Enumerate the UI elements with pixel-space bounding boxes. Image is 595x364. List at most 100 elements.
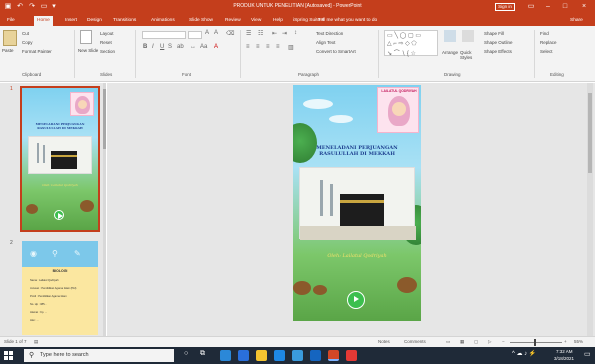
tab-review[interactable]: Review [222, 16, 244, 26]
main-slide[interactable]: LAILATUL QODRIYAH MENELADANI PERJUANGAN … [293, 85, 421, 321]
bullets-icon[interactable]: ☰ [246, 30, 251, 37]
quick-styles-button[interactable]: Quick Styles [460, 50, 480, 60]
slide-byline[interactable]: Oleh: Lailatul Qodriyah [293, 253, 421, 259]
bold-icon[interactable]: B [143, 44, 147, 50]
scrollbar-thumb[interactable] [588, 93, 592, 173]
char-spacing-icon[interactable]: ↔ [190, 44, 196, 50]
minimize-icon[interactable]: – [541, 1, 555, 13]
tab-slide-show[interactable]: Slide Show [186, 16, 216, 26]
ribbon-display-icon[interactable]: ▭ [524, 1, 538, 13]
arrange-icon[interactable] [444, 30, 456, 42]
scrollbar-thumb[interactable] [103, 89, 106, 149]
powerpoint-icon[interactable] [328, 350, 339, 361]
slide-sorter-icon[interactable]: ▦ [460, 339, 464, 345]
cut-button[interactable]: Cut [22, 31, 29, 36]
italic-icon[interactable]: I [152, 44, 154, 50]
tab-file[interactable]: File [4, 16, 18, 26]
normal-view-icon[interactable]: ▭ [446, 339, 450, 345]
clock-time[interactable]: 7:32 AM [556, 349, 573, 354]
section-button[interactable]: Section [100, 49, 115, 54]
copy-button[interactable]: Copy [22, 40, 33, 45]
shapes-gallery[interactable]: ▭ ╲ ◯ ▢ ▭ △ ⌐ ⇨ ◇ ⬠ ↘ ⌒ ∖ { ☆ [384, 30, 438, 57]
share-button[interactable]: Share [570, 16, 583, 26]
select-button[interactable]: Select [540, 49, 553, 54]
reading-view-icon[interactable]: ▢ [474, 339, 478, 345]
store-icon[interactable] [238, 350, 249, 361]
avatar-illustration[interactable]: LAILATUL QODRIYAH [377, 87, 419, 133]
paste-icon[interactable] [3, 30, 17, 46]
app-icon[interactable] [346, 350, 357, 361]
new-slide-button[interactable]: New Slide [78, 48, 98, 53]
new-slide-icon[interactable] [80, 30, 92, 44]
system-tray-icons[interactable]: ^ ☁ ♪ ⚡ [512, 350, 536, 357]
text-direction-button[interactable]: Text Direction [316, 31, 343, 36]
notification-icon[interactable]: ▭ [584, 350, 591, 358]
format-painter-button[interactable]: Format Painter [22, 49, 52, 54]
tab-animations[interactable]: Animations [148, 16, 178, 26]
align-left-icon[interactable]: ≡ [246, 44, 250, 50]
comments-button[interactable]: Comments [404, 339, 426, 344]
edge-icon[interactable] [220, 350, 231, 361]
thumbnail-scrollbar[interactable] [103, 83, 106, 336]
zoom-in-icon[interactable]: + [564, 339, 567, 344]
word-icon[interactable] [310, 350, 321, 361]
slide-title[interactable]: MENELADANI PERJUANGAN RASULULLAH DI MEKK… [297, 145, 417, 157]
layout-button[interactable]: Layout [100, 31, 114, 36]
taskbar-search-box[interactable]: ⚲ Type here to search [24, 349, 174, 362]
windows-start-icon[interactable] [4, 351, 13, 360]
find-button[interactable]: Find [540, 31, 549, 36]
tab-transitions[interactable]: Transitions [110, 16, 139, 26]
kaaba-picture[interactable] [299, 167, 416, 240]
increase-indent-icon[interactable]: ⇥ [282, 30, 287, 37]
shape-outline-button[interactable]: Shape Outline [484, 40, 513, 45]
change-case-icon[interactable]: Aa [200, 44, 207, 50]
spellcheck-icon[interactable]: ▤ [34, 339, 38, 345]
decrease-font-icon[interactable]: A [214, 30, 218, 36]
paste-label[interactable]: Paste [2, 48, 14, 53]
tab-insert[interactable]: Insert [62, 16, 80, 26]
cortana-icon[interactable]: ○ [184, 350, 188, 357]
decrease-indent-icon[interactable]: ⇤ [272, 30, 277, 37]
replace-button[interactable]: Replace [540, 40, 557, 45]
arrange-button[interactable]: Arrange [442, 50, 458, 55]
align-right-icon[interactable]: ≡ [266, 44, 270, 50]
strikethrough-icon[interactable]: ab [177, 44, 184, 50]
clock-date[interactable]: 3/18/2021 [554, 356, 574, 361]
font-color-icon[interactable]: A [214, 44, 218, 50]
increase-font-icon[interactable]: A [205, 30, 209, 36]
font-family-dropdown[interactable] [142, 31, 186, 39]
notes-button[interactable]: Notes [378, 339, 390, 344]
font-size-dropdown[interactable] [188, 31, 202, 39]
numbering-icon[interactable]: ☷ [258, 30, 263, 37]
zoom-slider-thumb[interactable] [534, 339, 536, 346]
file-explorer-icon[interactable] [256, 350, 267, 361]
clear-format-icon[interactable]: ⌫ [226, 30, 234, 37]
zoom-slider[interactable] [510, 339, 562, 346]
tab-design[interactable]: Design [84, 16, 105, 26]
slide-thumbnail-2[interactable]: ◉ ⚲ ✎ BIOLOGI Nama : Lailatul Qodriyah J… [22, 241, 98, 335]
quick-styles-icon[interactable] [462, 30, 474, 42]
underline-icon[interactable]: U [160, 44, 164, 50]
align-center-icon[interactable]: ≡ [256, 44, 260, 50]
align-text-button[interactable]: Align Text [316, 40, 335, 45]
maximize-icon[interactable]: □ [558, 1, 572, 13]
shape-effects-button[interactable]: Shape Effects [484, 49, 512, 54]
slideshow-view-icon[interactable]: ▷ [488, 339, 491, 345]
close-icon[interactable]: × [577, 1, 591, 13]
shadow-icon[interactable]: S [168, 44, 172, 50]
play-button-icon[interactable] [347, 291, 365, 309]
convert-smartart-button[interactable]: Convert to SmartArt [316, 49, 356, 54]
shape-fill-button[interactable]: Shape Fill [484, 31, 504, 36]
line-spacing-icon[interactable]: ↕ [294, 30, 297, 36]
tell-me-search[interactable]: Tell me what you want to do [318, 16, 377, 26]
task-view-icon[interactable]: ⧉ [200, 350, 205, 358]
reset-button[interactable]: Reset [100, 40, 112, 45]
sign-in-button[interactable]: Sign in [495, 3, 515, 11]
mail-icon[interactable] [274, 350, 285, 361]
tab-help[interactable]: Help [270, 16, 286, 26]
justify-icon[interactable]: ≡ [276, 44, 280, 50]
columns-icon[interactable]: ▥ [288, 44, 294, 51]
zoom-out-icon[interactable]: − [502, 339, 505, 344]
tab-home[interactable]: Home [34, 16, 53, 26]
app-icon[interactable] [292, 350, 303, 361]
